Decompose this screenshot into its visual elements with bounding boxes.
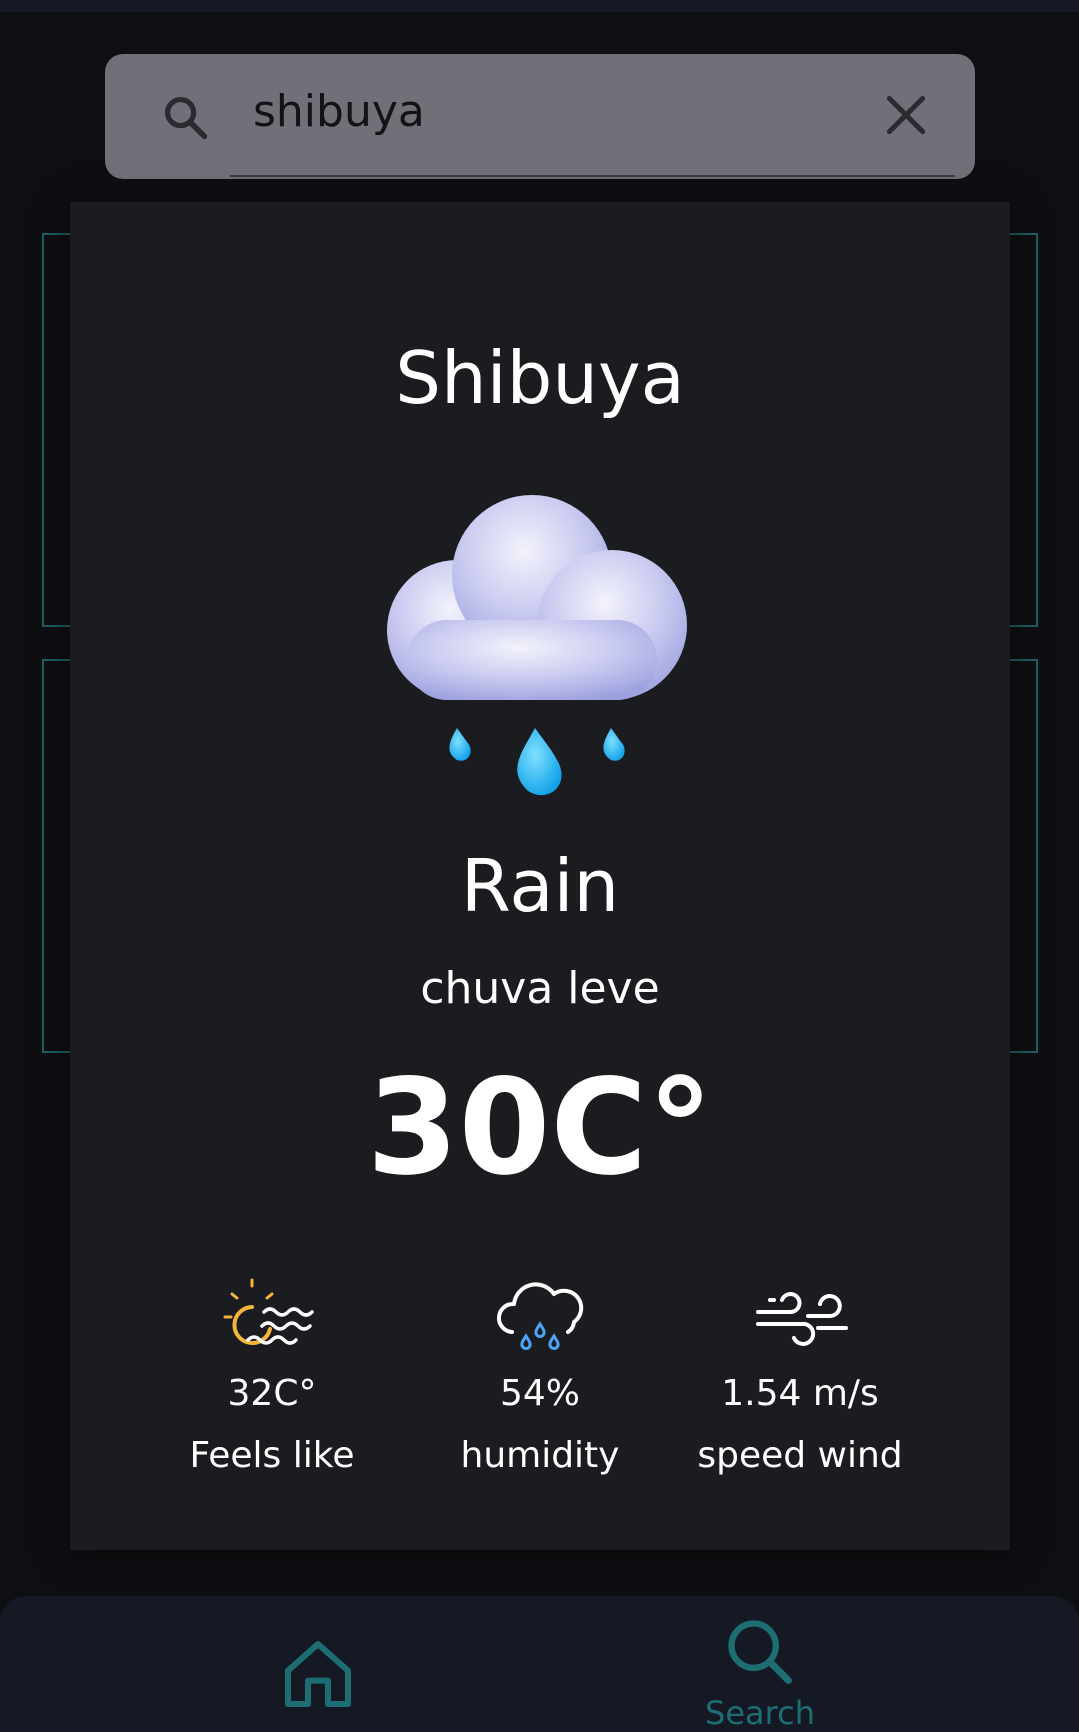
cloud-rain-icon bbox=[496, 1282, 584, 1350]
temperature: 30C° bbox=[366, 1051, 714, 1205]
rain-cloud-icon bbox=[387, 495, 687, 796]
humidity-label: humidity bbox=[460, 1435, 620, 1477]
city-name: Shibuya bbox=[395, 336, 685, 420]
weather-condition: Rain bbox=[460, 844, 620, 928]
humidity-value: 54% bbox=[499, 1373, 580, 1414]
wind-speed-label: speed wind bbox=[697, 1435, 903, 1477]
feels-like-label: Feels like bbox=[189, 1435, 355, 1477]
nav-search-button[interactable]: Search bbox=[700, 1614, 820, 1732]
nav-home-button[interactable] bbox=[278, 1634, 358, 1714]
sun-haze-icon bbox=[223, 1278, 314, 1345]
search-icon bbox=[164, 96, 208, 140]
feels-like-value: 32C° bbox=[227, 1373, 317, 1414]
wind-stat: 1.54 m/s speed wind bbox=[670, 1272, 930, 1482]
weather-modal: Shibuya Rain chuva leve 30C° 32C° Feels … bbox=[70, 202, 1010, 1550]
search-input[interactable]: shibuya bbox=[253, 90, 425, 134]
bottom-nav: Search bbox=[0, 1596, 1079, 1732]
nav-search-label: Search bbox=[705, 1694, 815, 1732]
humidity-stat: 54% humidity bbox=[410, 1272, 670, 1482]
home-icon bbox=[285, 1641, 351, 1707]
search-underline bbox=[230, 175, 955, 177]
wind-icon bbox=[756, 1292, 848, 1346]
close-icon[interactable] bbox=[881, 90, 931, 140]
weather-description: chuva leve bbox=[420, 963, 660, 1014]
search-icon bbox=[728, 1620, 792, 1684]
wind-speed-value: 1.54 m/s bbox=[721, 1373, 879, 1414]
search-bar[interactable]: shibuya bbox=[105, 54, 975, 179]
status-strip bbox=[0, 0, 1079, 12]
feels-like-stat: 32C° Feels like bbox=[142, 1272, 402, 1482]
